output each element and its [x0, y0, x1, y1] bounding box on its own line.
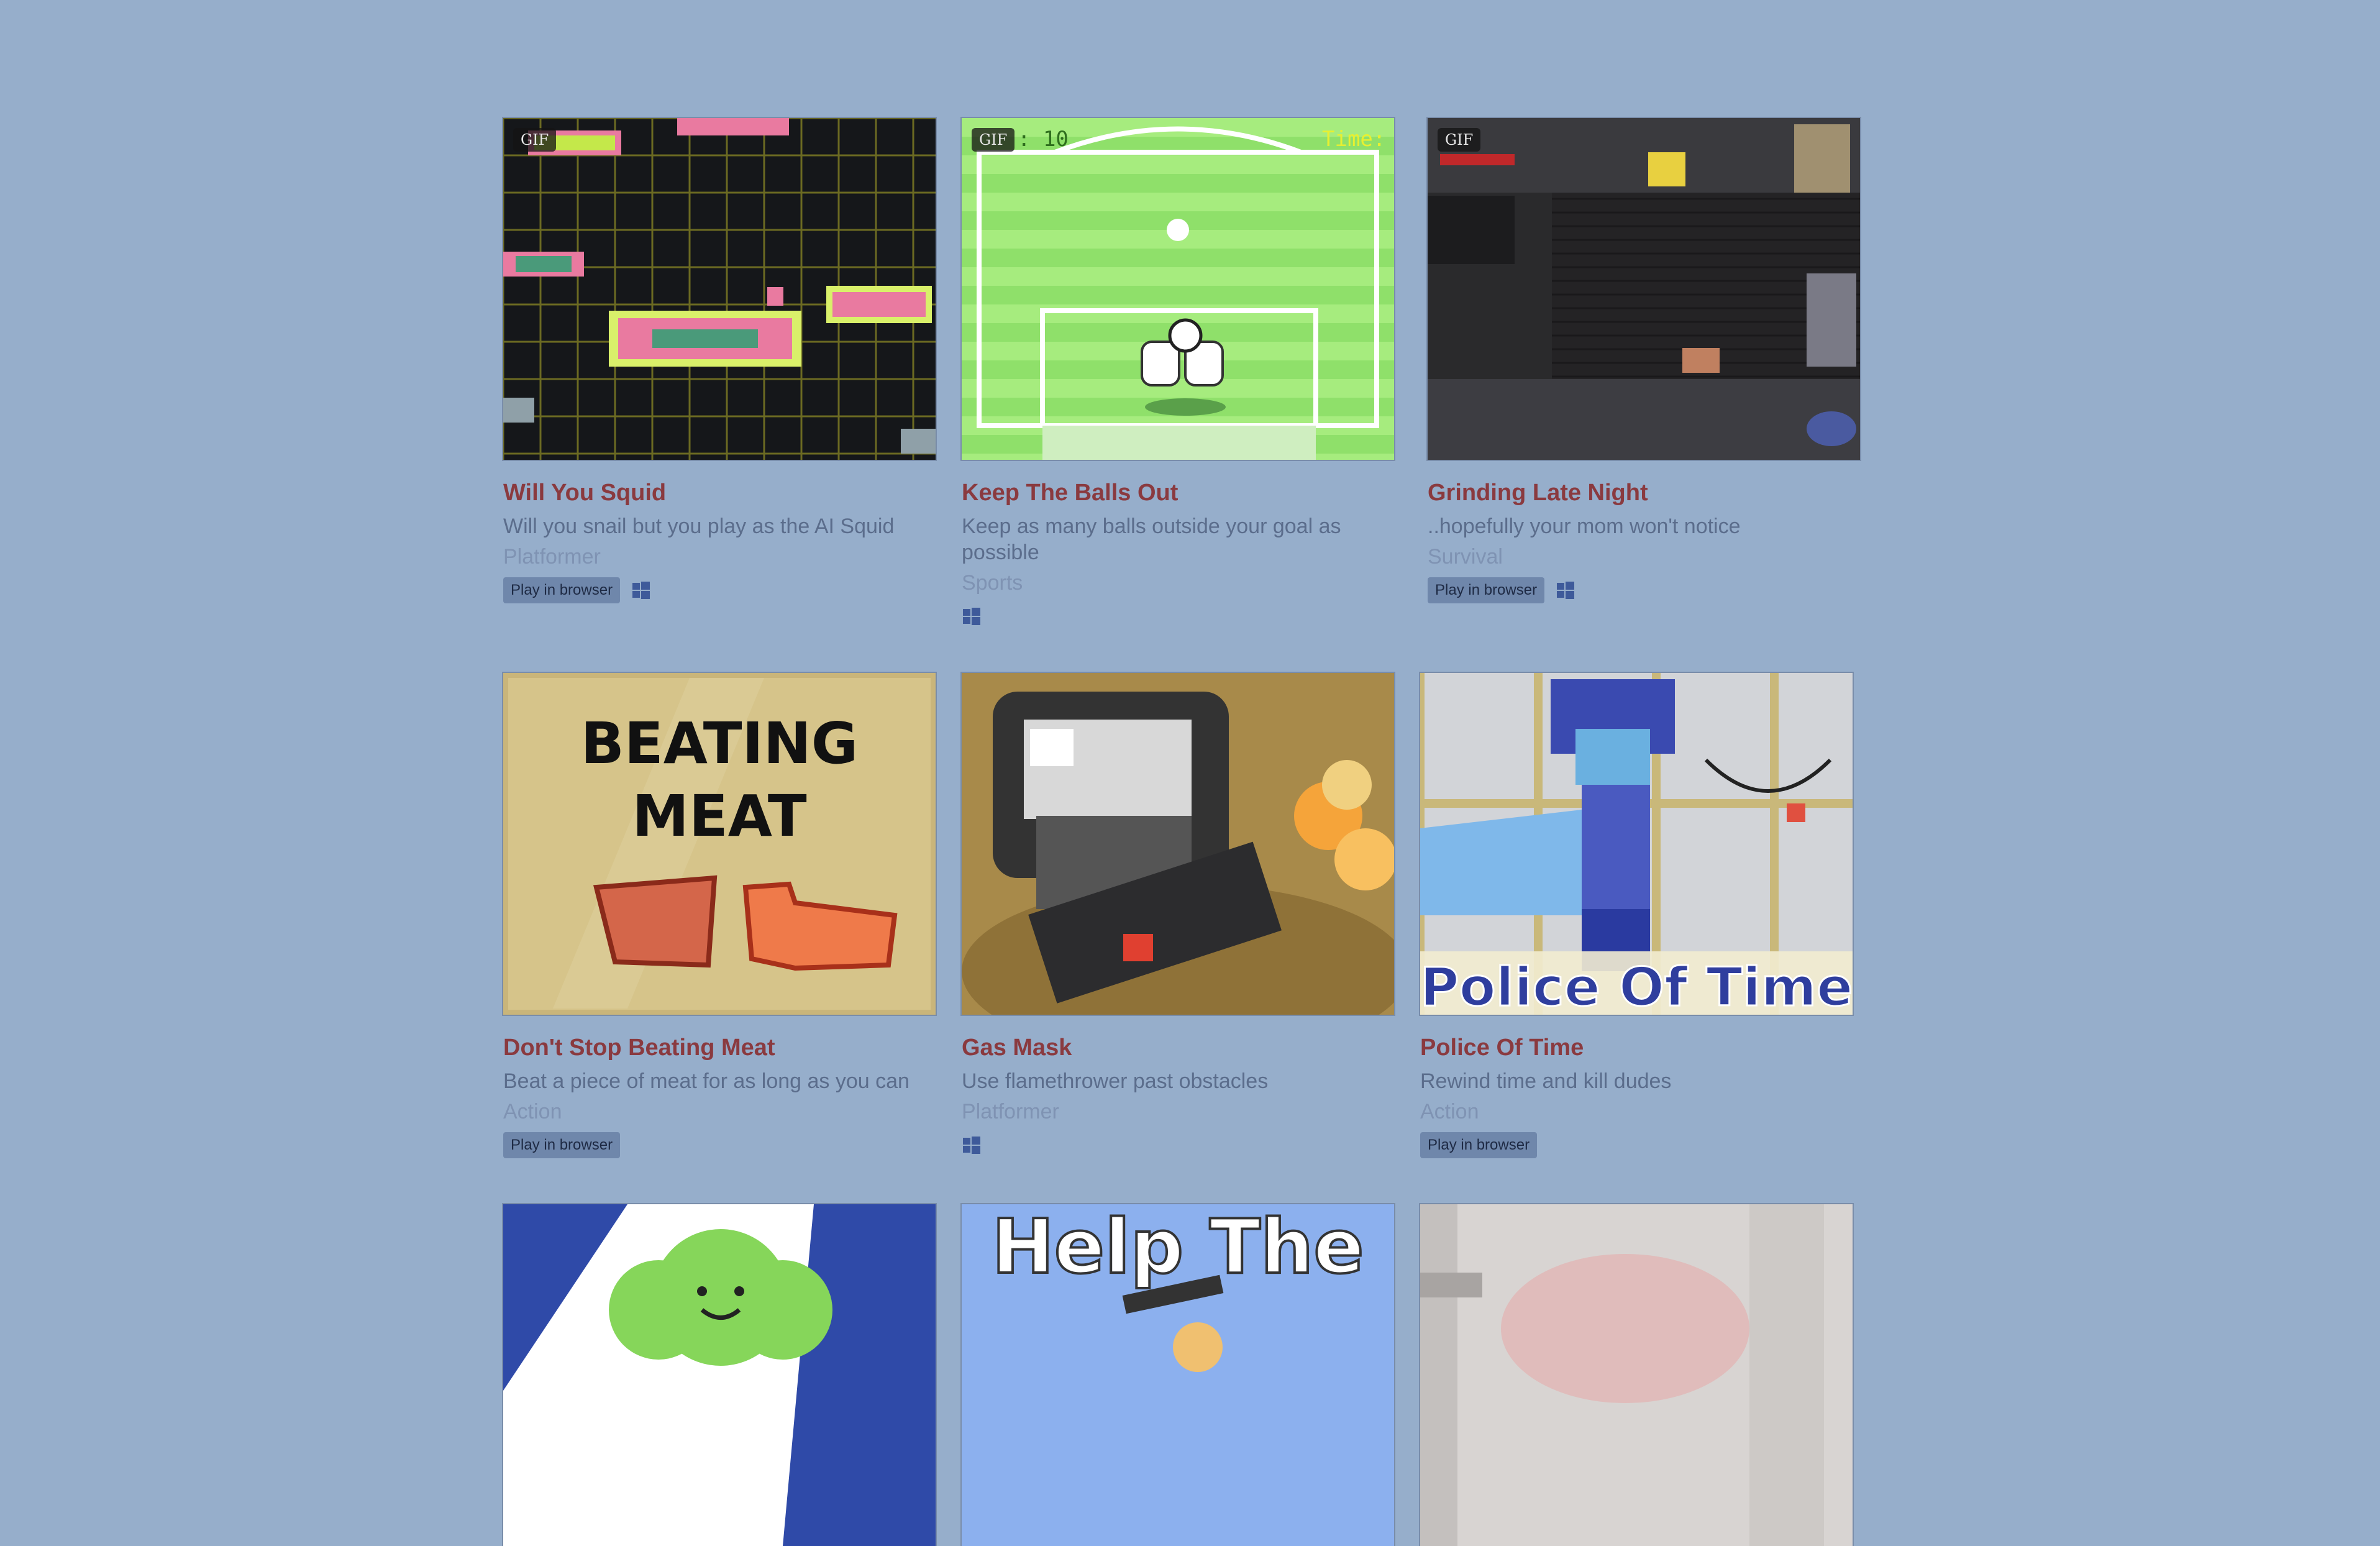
game-card[interactable]: GIF Grinding Late Night ..hopefully your …	[1428, 118, 1860, 605]
game-card[interactable]	[1420, 1204, 1853, 1546]
platform-row: Play in browser	[503, 575, 936, 605]
game-thumbnail[interactable]: : 10 Time: GIF	[962, 118, 1394, 460]
game-thumbnail[interactable]: Help The	[962, 1204, 1394, 1546]
game-card[interactable]: BEATING MEAT Don't Stop Beating Meat Beat…	[503, 673, 936, 1160]
game-thumbnail[interactable]: BEATING MEAT	[503, 673, 936, 1015]
svg-text:Police Of Time: Police Of Time	[1420, 956, 1853, 1015]
game-description: Rewind time and kill dudes	[1420, 1069, 1672, 1093]
play-in-browser-button[interactable]: Play in browser	[1428, 577, 1545, 603]
game-description: Will you snail but you play as the AI Sq…	[503, 515, 895, 538]
game-thumbnail[interactable]: GIF	[503, 118, 936, 460]
game-card[interactable]: Gas Mask Use flamethrower past obstacles P…	[962, 673, 1394, 1160]
svg-text:: 10: : 10	[1018, 127, 1069, 152]
game-genre: Sports	[962, 571, 1023, 595]
gif-badge: GIF	[513, 128, 557, 152]
windows-icon	[962, 1135, 982, 1155]
svg-text:MEAT: MEAT	[632, 783, 806, 849]
game-description: Use flamethrower past obstacles	[962, 1069, 1269, 1093]
windows-icon	[631, 580, 651, 600]
game-description: Beat a piece of meat for as long as you …	[503, 1069, 910, 1093]
game-cover-art	[1428, 118, 1860, 460]
game-grid: GIF Will You Squid Will you snail but you…	[0, 0, 2380, 1546]
platform-row	[962, 601, 1394, 631]
platform-row: Play in browser	[1428, 575, 1860, 605]
game-genre: Action	[503, 1100, 562, 1123]
svg-text:Time:: Time:	[1322, 127, 1385, 152]
game-card[interactable]: : 10 Time: GIF Keep The Balls Out Keep as…	[962, 118, 1394, 631]
game-cover-art: Police Of Time	[1420, 673, 1853, 1015]
game-card[interactable]: Police Of Time Police Of Time Rewind time…	[1420, 673, 1853, 1160]
windows-icon	[1556, 580, 1575, 600]
platform-row: Play in browser	[1420, 1130, 1853, 1160]
game-cover-art: BEATING MEAT	[503, 673, 936, 1015]
play-in-browser-button[interactable]: Play in browser	[503, 1132, 621, 1158]
game-title-link[interactable]: Gas Mask	[962, 1033, 1394, 1062]
game-description: ..hopefully your mom won't notice	[1428, 515, 1741, 538]
game-genre: Action	[1420, 1100, 1479, 1123]
game-genre: Platformer	[962, 1100, 1059, 1123]
game-card[interactable]: Help The	[962, 1204, 1394, 1546]
game-title-link[interactable]: Will You Squid	[503, 478, 936, 507]
gif-badge: GIF	[1438, 128, 1481, 152]
gif-badge: GIF	[972, 128, 1015, 152]
game-cover-art	[503, 118, 936, 460]
game-cover-art: : 10 Time:	[962, 118, 1394, 460]
game-thumbnail[interactable]	[1420, 1204, 1853, 1546]
svg-text:Help The: Help The	[992, 1204, 1364, 1291]
game-cover-art	[1420, 1204, 1853, 1546]
play-in-browser-button[interactable]: Play in browser	[503, 577, 621, 603]
windows-icon	[962, 606, 982, 626]
game-cover-art	[503, 1204, 936, 1546]
platform-row	[962, 1130, 1394, 1160]
game-thumbnail[interactable]: Police Of Time	[1420, 673, 1853, 1015]
platform-row: Play in browser	[503, 1130, 936, 1160]
game-thumbnail[interactable]	[503, 1204, 936, 1546]
game-card[interactable]	[503, 1204, 936, 1546]
game-title-link[interactable]: Keep The Balls Out	[962, 478, 1394, 507]
game-thumbnail[interactable]	[962, 673, 1394, 1015]
game-thumbnail[interactable]: GIF	[1428, 118, 1860, 460]
game-description: Keep as many balls outside your goal as …	[962, 515, 1341, 564]
game-cover-art: Help The	[962, 1204, 1394, 1546]
play-in-browser-button[interactable]: Play in browser	[1420, 1132, 1538, 1158]
game-genre: Survival	[1428, 545, 1503, 569]
game-cover-art	[962, 673, 1394, 1015]
game-genre: Platformer	[503, 545, 601, 569]
game-title-link[interactable]: Don't Stop Beating Meat	[503, 1033, 936, 1062]
game-title-link[interactable]: Grinding Late Night	[1428, 478, 1860, 507]
svg-text:BEATING: BEATING	[581, 710, 859, 777]
game-card[interactable]: GIF Will You Squid Will you snail but you…	[503, 118, 936, 605]
game-title-link[interactable]: Police Of Time	[1420, 1033, 1853, 1062]
